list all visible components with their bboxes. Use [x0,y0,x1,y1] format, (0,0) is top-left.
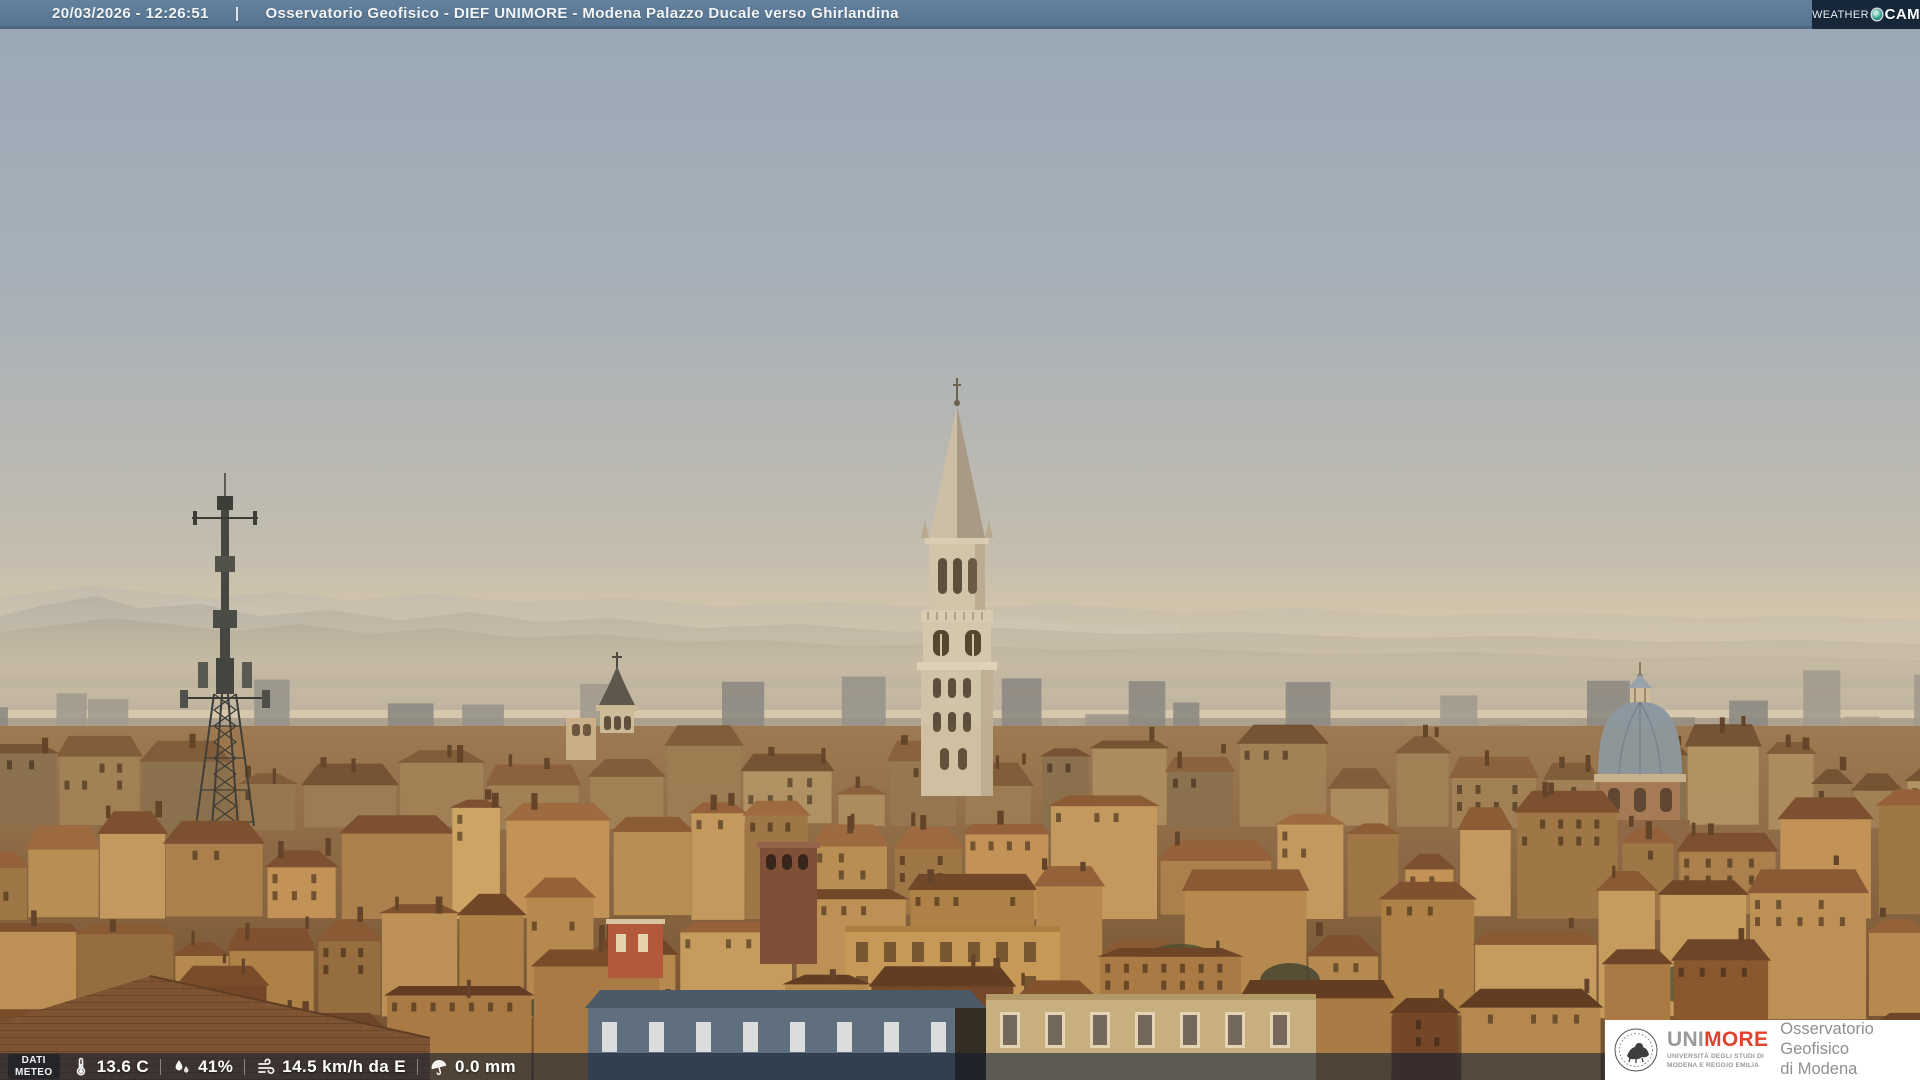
rain-value: 0.0 mm [455,1056,517,1076]
wind-icon [258,1058,275,1074]
bar-separator [244,1058,246,1075]
humidity-icon [175,1059,189,1073]
rain-group: 0.0 mm [429,1057,516,1077]
bar-separator [417,1058,419,1075]
datetime-text: 20/03/2026 - 12:26:51 [52,4,209,22]
page-title: Osservatorio Geofisico - DIEF UNIMORE - … [265,4,899,22]
weathercam-word: Weather [1812,8,1869,21]
temperature-value: 13.6 C [96,1056,150,1076]
weathercam-logo: Weather CAM [1812,0,1920,29]
umbrella-icon [431,1059,447,1075]
unimore-seal-icon [1614,1028,1658,1072]
webcam-page: 20/03/2026 - 12:26:51 | Osservatorio Geo… [0,0,1920,1080]
humidity-group: 41% [172,1057,233,1077]
weathercam-cam: CAM [1884,6,1920,23]
wind-value: 14.5 km/h da E [282,1056,407,1076]
thermometer-icon [76,1057,85,1075]
humidity-value: 41% [198,1056,234,1076]
wind-group: 14.5 km/h da E [256,1057,406,1077]
dati-meteo-label: DATI METEO [8,1054,60,1079]
observatory-name: Osservatorio Geofisico di Modena [1780,1020,1874,1078]
bar-separator [160,1058,162,1075]
temperature-group: 13.6 C [71,1057,150,1077]
university-name: UNIVERSITÀ DEGLI STUDI DI MODENA E REGGI… [1667,1053,1764,1069]
webcam-image [0,26,1920,1080]
header-separator: | [234,4,240,22]
unimore-wordmark: UNIMORE UNIVERSITÀ DEGLI STUDI DI MODENA… [1667,1029,1768,1070]
unimore-credit-box: UNIMORE UNIVERSITÀ DEGLI STUDI DI MODENA… [1605,1020,1920,1080]
header-bar: 20/03/2026 - 12:26:51 | Osservatorio Geo… [0,0,1920,29]
unimore-more: MORE [1704,1028,1769,1052]
unimore-uni: UNI [1667,1028,1705,1052]
globe-icon [1871,9,1882,20]
